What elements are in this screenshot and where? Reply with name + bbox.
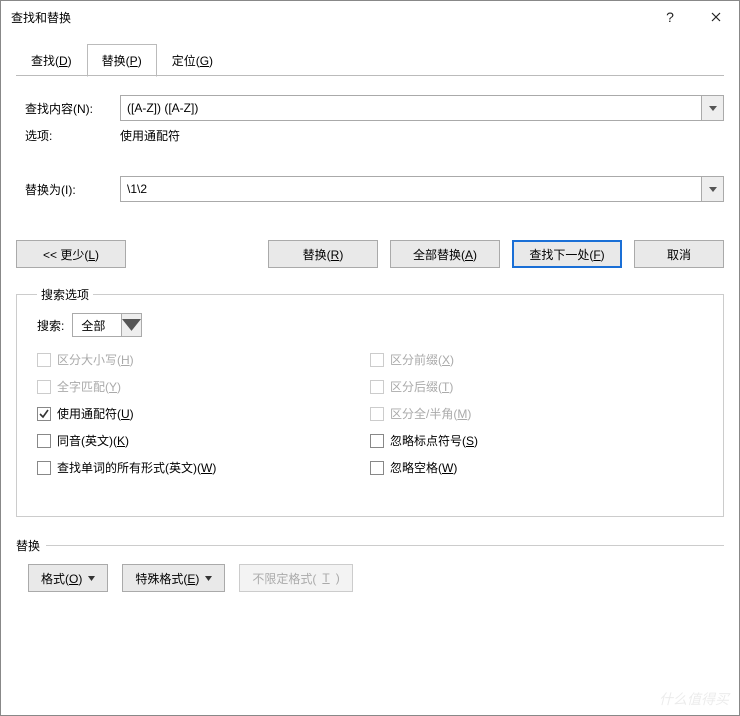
find-label: 查找内容(N): bbox=[25, 100, 120, 117]
check-label: 忽略空格(W) bbox=[390, 459, 457, 476]
action-buttons: << 更少(L) 替换(R) 全部替换(A) 查找下一处(F) 取消 bbox=[1, 232, 739, 286]
check-label: 查找单词的所有形式(英文)(W) bbox=[57, 459, 216, 476]
check-label: 区分前缀(X) bbox=[390, 351, 454, 368]
direction-label: 搜索: bbox=[37, 317, 64, 334]
check-label: 全字匹配(Y) bbox=[57, 378, 121, 395]
check-right-2: 区分全/半角(M) bbox=[370, 405, 703, 422]
check-left-2[interactable]: 使用通配符(U) bbox=[37, 405, 370, 422]
replace-label: 替换为(I): bbox=[25, 181, 120, 198]
check-left-0: 区分大小写(H) bbox=[37, 351, 370, 368]
options-label: 选项: bbox=[25, 127, 120, 144]
check-right-3[interactable]: 忽略标点符号(S) bbox=[370, 432, 703, 449]
find-combo[interactable] bbox=[120, 95, 724, 121]
checkbox-icon bbox=[370, 380, 384, 394]
tab-replace[interactable]: 替换(P) bbox=[87, 44, 157, 77]
less-button[interactable]: << 更少(L) bbox=[16, 240, 126, 268]
special-format-button[interactable]: 特殊格式(E) bbox=[122, 564, 225, 592]
close-button[interactable] bbox=[693, 1, 739, 33]
check-right-4[interactable]: 忽略空格(W) bbox=[370, 459, 703, 476]
chevron-down-icon bbox=[709, 106, 717, 111]
cancel-button[interactable]: 取消 bbox=[634, 240, 724, 268]
watermark: 什么值得买 bbox=[659, 689, 729, 709]
main-content: 查找内容(N): 选项: 使用通配符 替换为(I): bbox=[1, 77, 739, 202]
title-bar: 查找和替换 ? bbox=[1, 1, 739, 33]
checkbox-icon bbox=[370, 434, 384, 448]
checkbox-icon bbox=[370, 353, 384, 367]
check-label: 同音(英文)(K) bbox=[57, 432, 129, 449]
check-label: 区分全/半角(M) bbox=[390, 405, 471, 422]
tab-underline bbox=[16, 75, 724, 76]
replace-section: 替换 格式(O) 特殊格式(E) 不限定格式(T) bbox=[16, 545, 724, 610]
checkbox-icon bbox=[37, 461, 51, 475]
check-left-1: 全字匹配(Y) bbox=[37, 378, 370, 395]
direction-dropdown[interactable] bbox=[121, 314, 141, 336]
search-options-group: 搜索选项 搜索: 全部 区分大小写(H) 全字匹配(Y) 使用通配符(U) 同音(英文… bbox=[16, 286, 724, 517]
replace-button[interactable]: 替换(R) bbox=[268, 240, 378, 268]
checkbox-icon bbox=[370, 407, 384, 421]
checkbox-icon bbox=[37, 380, 51, 394]
search-options-legend: 搜索选项 bbox=[37, 286, 93, 303]
check-left-4[interactable]: 查找单词的所有形式(英文)(W) bbox=[37, 459, 370, 476]
check-right-0: 区分前缀(X) bbox=[370, 351, 703, 368]
find-next-button[interactable]: 查找下一处(F) bbox=[512, 240, 622, 268]
caret-down-icon bbox=[88, 576, 95, 581]
help-button[interactable]: ? bbox=[647, 1, 693, 33]
check-label: 区分大小写(H) bbox=[57, 351, 134, 368]
checkbox-icon bbox=[37, 407, 51, 421]
checkbox-icon bbox=[370, 461, 384, 475]
checkbox-icon bbox=[37, 434, 51, 448]
replace-all-button[interactable]: 全部替换(A) bbox=[390, 240, 500, 268]
replace-dropdown[interactable] bbox=[701, 177, 723, 201]
direction-select[interactable]: 全部 bbox=[72, 313, 142, 337]
tab-goto[interactable]: 定位(G) bbox=[157, 44, 228, 77]
no-format-button: 不限定格式(T) bbox=[239, 564, 352, 592]
find-dropdown[interactable] bbox=[701, 96, 723, 120]
caret-down-icon bbox=[205, 576, 212, 581]
close-icon bbox=[711, 12, 721, 22]
tab-bar: 查找(D) 替换(P) 定位(G) bbox=[1, 33, 739, 76]
check-label: 忽略标点符号(S) bbox=[390, 432, 478, 449]
checkbox-icon bbox=[37, 353, 51, 367]
checks-left: 区分大小写(H) 全字匹配(Y) 使用通配符(U) 同音(英文)(K) 查找单词的所有形… bbox=[37, 351, 370, 476]
check-right-1: 区分后缀(T) bbox=[370, 378, 703, 395]
check-label: 使用通配符(U) bbox=[57, 405, 134, 422]
chevron-down-icon bbox=[709, 187, 717, 192]
replace-input[interactable] bbox=[121, 177, 701, 201]
check-label: 区分后缀(T) bbox=[390, 378, 453, 395]
replace-combo[interactable] bbox=[120, 176, 724, 202]
replace-section-legend: 替换 bbox=[16, 537, 46, 554]
checks-right: 区分前缀(X) 区分后缀(T) 区分全/半角(M) 忽略标点符号(S) 忽略空格(W) bbox=[370, 351, 703, 476]
check-left-3[interactable]: 同音(英文)(K) bbox=[37, 432, 370, 449]
options-value: 使用通配符 bbox=[120, 127, 180, 144]
chevron-down-icon bbox=[122, 319, 141, 331]
window-title: 查找和替换 bbox=[11, 9, 647, 26]
direction-value: 全部 bbox=[73, 317, 121, 334]
tab-find[interactable]: 查找(D) bbox=[16, 44, 87, 77]
find-input[interactable] bbox=[121, 96, 701, 120]
format-button[interactable]: 格式(O) bbox=[28, 564, 108, 592]
